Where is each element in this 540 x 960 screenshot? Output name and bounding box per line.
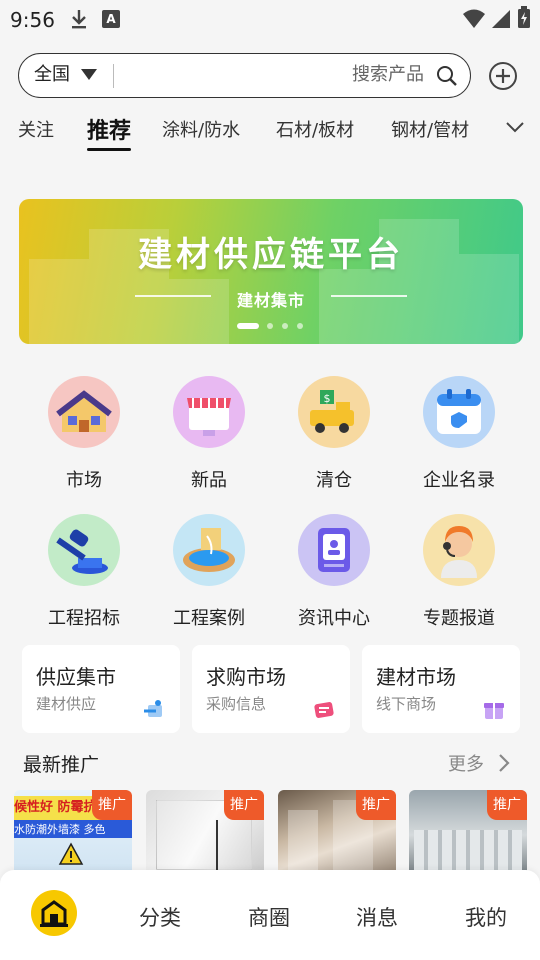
gift-icon bbox=[484, 703, 504, 719]
grid-item-market[interactable]: 市场 bbox=[24, 376, 144, 492]
search-bar[interactable]: 全国 搜索产品 bbox=[18, 53, 471, 98]
search-icon[interactable] bbox=[436, 65, 458, 87]
region-selector[interactable]: 全国 bbox=[34, 54, 70, 96]
card-title: 供应集市 bbox=[36, 665, 116, 689]
card-title: 求购市场 bbox=[206, 665, 286, 689]
battery-icon bbox=[518, 6, 530, 28]
banner-subtitle: 建材集市 bbox=[236, 291, 305, 310]
reporter-icon bbox=[423, 514, 495, 586]
banner-dot bbox=[282, 323, 288, 329]
grid-label: 新品 bbox=[191, 470, 227, 491]
banner-title: 建材供应链平台 bbox=[138, 235, 404, 275]
grid-item-clearance[interactable]: $ 清仓 bbox=[274, 376, 394, 492]
promo-badge: 推广 bbox=[487, 790, 527, 820]
chevron-right-icon[interactable] bbox=[496, 752, 512, 774]
card-subtitle: 线下商场 bbox=[376, 695, 437, 713]
section-title: 最新推广 bbox=[23, 754, 100, 776]
signal-icon bbox=[492, 10, 510, 28]
card-supply-market[interactable]: 供应集市 建材供应 bbox=[22, 645, 180, 733]
search-divider bbox=[113, 64, 114, 88]
product-text: 候性好 防霉抗 bbox=[14, 800, 97, 815]
truck-icon: $ bbox=[298, 376, 370, 448]
grid-item-new-products[interactable]: 新品 bbox=[149, 376, 269, 492]
news-icon bbox=[298, 514, 370, 586]
home-icon[interactable] bbox=[31, 890, 77, 936]
a-notification-icon: A bbox=[102, 10, 120, 28]
status-bar: 9:56 A bbox=[0, 0, 540, 40]
nav-home[interactable] bbox=[31, 890, 77, 936]
banner-dot-active bbox=[237, 323, 259, 329]
grid-label: 工程招标 bbox=[48, 608, 120, 629]
chevron-down-icon[interactable] bbox=[504, 118, 526, 136]
promo-badge: 推广 bbox=[224, 790, 264, 820]
product-card[interactable]: 推广 bbox=[146, 790, 264, 880]
card-building-market[interactable]: 建材市场 线下商场 bbox=[362, 645, 520, 733]
grid-label: 清仓 bbox=[316, 470, 352, 491]
add-circle-icon[interactable] bbox=[488, 61, 518, 91]
banner-dot bbox=[267, 323, 273, 329]
product-text: 水防潮外墙漆 多色 bbox=[14, 823, 106, 836]
card-purchase-market[interactable]: 求购市场 采购信息 bbox=[192, 645, 350, 733]
banner-dot bbox=[297, 323, 303, 329]
grid-label: 市场 bbox=[66, 470, 102, 491]
pool-icon bbox=[173, 514, 245, 586]
card-title: 建材市场 bbox=[376, 665, 456, 689]
product-card[interactable]: 推广 bbox=[409, 790, 527, 880]
tab-follow[interactable]: 关注 bbox=[18, 116, 54, 142]
gavel-icon bbox=[48, 514, 120, 586]
grid-label: 工程案例 bbox=[173, 608, 245, 629]
svg-text:$: $ bbox=[324, 392, 331, 405]
grid-label: 资讯中心 bbox=[298, 608, 370, 629]
tab-stone-board[interactable]: 石材/板材 bbox=[276, 116, 354, 142]
bottom-nav: 分类 商圈 消息 我的 bbox=[0, 870, 540, 960]
grid-item-news[interactable]: 资讯中心 bbox=[274, 514, 394, 630]
house-icon bbox=[48, 376, 120, 448]
calendar-icon bbox=[423, 376, 495, 448]
card-subtitle: 采购信息 bbox=[206, 695, 267, 713]
tab-recommend[interactable]: 推荐 bbox=[87, 113, 132, 151]
purchase-icon bbox=[314, 702, 334, 718]
supply-icon bbox=[144, 700, 162, 717]
grid-item-features[interactable]: 专题报道 bbox=[399, 514, 519, 630]
promo-badge: 推广 bbox=[356, 790, 396, 820]
nav-messages[interactable]: 消息 bbox=[356, 902, 398, 932]
grid-item-company-directory[interactable]: 企业名录 bbox=[399, 376, 519, 492]
banner-line-right bbox=[331, 295, 407, 297]
search-input[interactable]: 搜索产品 bbox=[352, 54, 424, 96]
nav-category[interactable]: 分类 bbox=[139, 902, 181, 932]
tab-steel-pipe[interactable]: 钢材/管材 bbox=[391, 116, 469, 142]
card-subtitle: 建材供应 bbox=[36, 695, 97, 713]
status-time: 9:56 bbox=[10, 8, 55, 32]
more-link[interactable]: 更多 bbox=[448, 750, 484, 776]
category-tabs: 关注 推荐 涂料/防水 石材/板材 钢材/管材 bbox=[0, 110, 540, 152]
caret-down-icon[interactable] bbox=[81, 69, 97, 80]
download-icon bbox=[72, 10, 86, 29]
product-card[interactable]: 推广 bbox=[278, 790, 396, 880]
tab-coating-waterproof[interactable]: 涂料/防水 bbox=[162, 116, 240, 142]
storefront-icon bbox=[173, 376, 245, 448]
wifi-icon bbox=[463, 9, 485, 28]
grid-label: 专题报道 bbox=[423, 608, 495, 629]
promo-banner[interactable]: 建材供应链平台 建材集市 bbox=[19, 199, 523, 344]
warning-icon bbox=[58, 842, 84, 865]
grid-item-cases[interactable]: 工程案例 bbox=[149, 514, 269, 630]
product-card[interactable]: 候性好 防霉抗 水防潮外墙漆 多色 推广 bbox=[14, 790, 132, 880]
nav-mine[interactable]: 我的 bbox=[465, 902, 507, 932]
grid-label: 企业名录 bbox=[423, 470, 495, 491]
nav-business-circle[interactable]: 商圈 bbox=[248, 902, 290, 932]
promo-badge: 推广 bbox=[92, 790, 132, 820]
grid-item-tender[interactable]: 工程招标 bbox=[24, 514, 144, 630]
